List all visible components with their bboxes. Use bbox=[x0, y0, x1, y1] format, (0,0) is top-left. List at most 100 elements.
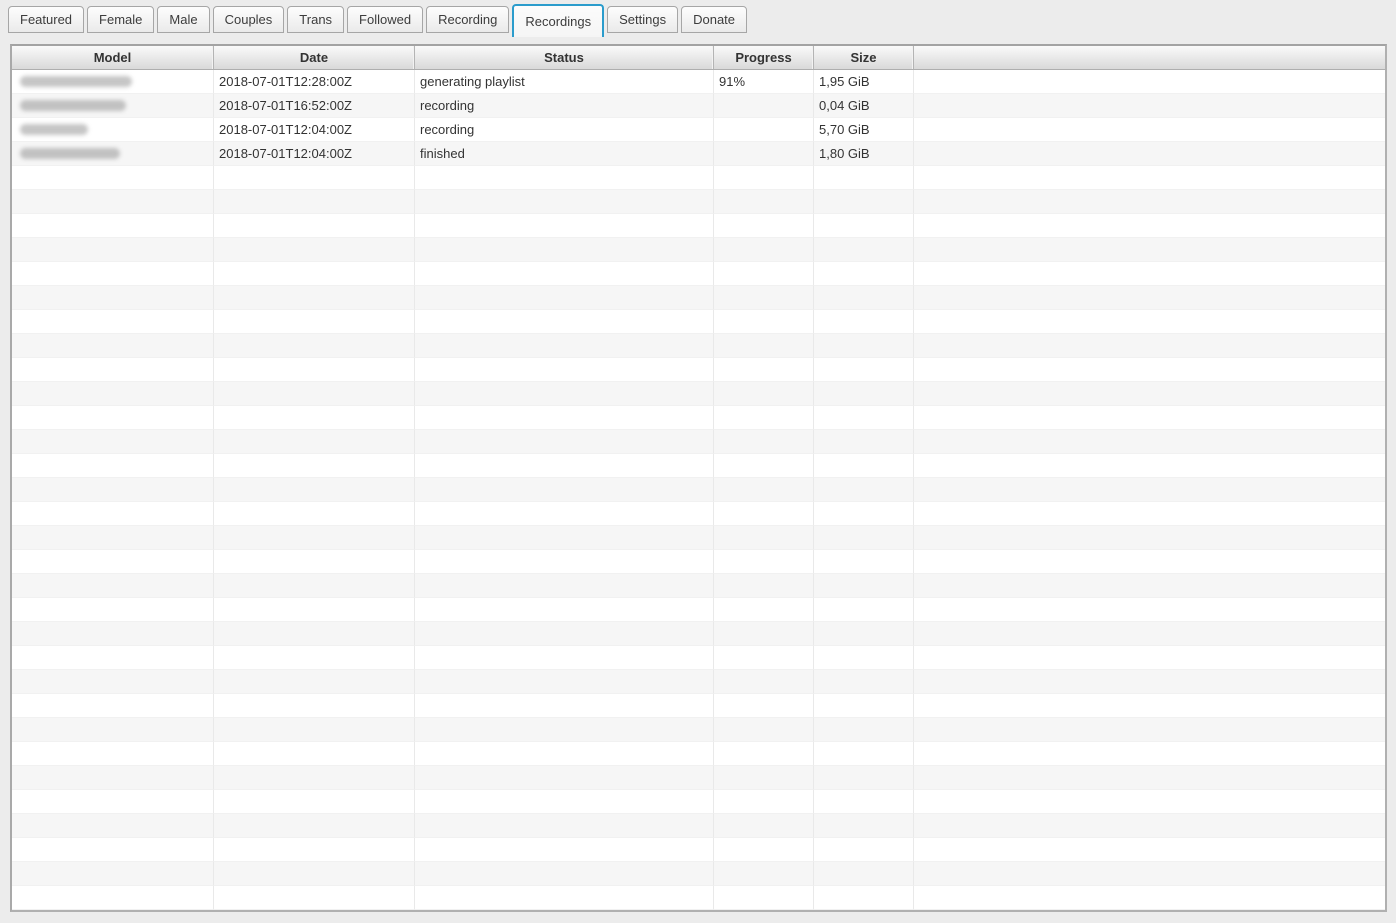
table-row[interactable] bbox=[12, 742, 1385, 766]
cell-filler bbox=[914, 238, 1385, 262]
table-row[interactable] bbox=[12, 766, 1385, 790]
tab-featured[interactable]: Featured bbox=[8, 6, 84, 33]
table-row[interactable] bbox=[12, 430, 1385, 454]
tab-recording[interactable]: Recording bbox=[426, 6, 509, 33]
cell-progress bbox=[714, 598, 814, 622]
table-row[interactable]: 2018-07-01T12:04:00Z recording 5,70 GiB bbox=[12, 118, 1385, 142]
table-row[interactable] bbox=[12, 838, 1385, 862]
table-row[interactable] bbox=[12, 550, 1385, 574]
table-row[interactable] bbox=[12, 814, 1385, 838]
table-row[interactable] bbox=[12, 166, 1385, 190]
table-row[interactable] bbox=[12, 190, 1385, 214]
tab-couples[interactable]: Couples bbox=[213, 6, 285, 33]
cell-date bbox=[214, 502, 415, 526]
cell-model bbox=[12, 598, 214, 622]
tab-female[interactable]: Female bbox=[87, 6, 154, 33]
table-row[interactable] bbox=[12, 502, 1385, 526]
cell-size bbox=[814, 478, 914, 502]
table-row[interactable] bbox=[12, 358, 1385, 382]
cell-filler bbox=[914, 694, 1385, 718]
column-header-size[interactable]: Size bbox=[814, 46, 914, 69]
cell-filler bbox=[914, 526, 1385, 550]
table-row[interactable] bbox=[12, 310, 1385, 334]
table-row[interactable] bbox=[12, 214, 1385, 238]
cell-model bbox=[12, 718, 214, 742]
cell-filler bbox=[914, 118, 1385, 142]
table-row[interactable] bbox=[12, 334, 1385, 358]
cell-size bbox=[814, 550, 914, 574]
table-row[interactable]: 2018-07-01T16:52:00Z recording 0,04 GiB bbox=[12, 94, 1385, 118]
table-row[interactable] bbox=[12, 598, 1385, 622]
table-header: Model Date Status Progress Size bbox=[12, 46, 1385, 70]
cell-filler bbox=[914, 670, 1385, 694]
cell-filler bbox=[914, 766, 1385, 790]
column-header-model[interactable]: Model bbox=[12, 46, 214, 69]
cell-date bbox=[214, 382, 415, 406]
tab-followed[interactable]: Followed bbox=[347, 6, 423, 33]
cell-progress bbox=[714, 454, 814, 478]
table-row[interactable] bbox=[12, 574, 1385, 598]
cell-date bbox=[214, 238, 415, 262]
column-header-status[interactable]: Status bbox=[415, 46, 714, 69]
table-row[interactable] bbox=[12, 382, 1385, 406]
table-row[interactable] bbox=[12, 694, 1385, 718]
table-row[interactable] bbox=[12, 718, 1385, 742]
cell-size bbox=[814, 190, 914, 214]
table-row[interactable] bbox=[12, 238, 1385, 262]
redacted-model-name bbox=[20, 124, 88, 135]
table-row[interactable] bbox=[12, 790, 1385, 814]
table-row[interactable] bbox=[12, 262, 1385, 286]
table-row[interactable] bbox=[12, 646, 1385, 670]
column-header-date[interactable]: Date bbox=[214, 46, 415, 69]
table-row[interactable] bbox=[12, 286, 1385, 310]
tab-recordings[interactable]: Recordings bbox=[512, 4, 604, 37]
table-row[interactable] bbox=[12, 670, 1385, 694]
cell-progress bbox=[714, 670, 814, 694]
cell-progress bbox=[714, 358, 814, 382]
cell-filler bbox=[914, 574, 1385, 598]
table-row[interactable]: 2018-07-01T12:04:00Z finished 1,80 GiB bbox=[12, 142, 1385, 166]
cell-status bbox=[415, 382, 714, 406]
cell-date bbox=[214, 262, 415, 286]
cell-progress bbox=[714, 382, 814, 406]
cell-status bbox=[415, 718, 714, 742]
column-header-progress[interactable]: Progress bbox=[714, 46, 814, 69]
cell-status bbox=[415, 550, 714, 574]
table-row[interactable] bbox=[12, 454, 1385, 478]
cell-status bbox=[415, 310, 714, 334]
cell-progress bbox=[714, 238, 814, 262]
cell-filler bbox=[914, 502, 1385, 526]
cell-status bbox=[415, 694, 714, 718]
tab-settings[interactable]: Settings bbox=[607, 6, 678, 33]
cell-filler bbox=[914, 814, 1385, 838]
cell-status bbox=[415, 166, 714, 190]
tab-bar: Featured Female Male Couples Trans Follo… bbox=[8, 6, 1396, 44]
cell-status bbox=[415, 478, 714, 502]
cell-filler bbox=[914, 382, 1385, 406]
cell-status bbox=[415, 526, 714, 550]
cell-status bbox=[415, 862, 714, 886]
cell-date bbox=[214, 406, 415, 430]
redacted-model-name bbox=[20, 148, 120, 159]
tab-label: Followed bbox=[359, 12, 411, 27]
cell-model bbox=[12, 838, 214, 862]
cell-filler bbox=[914, 334, 1385, 358]
table-row[interactable]: 2018-07-01T12:28:00Z generating playlist… bbox=[12, 70, 1385, 94]
tab-trans[interactable]: Trans bbox=[287, 6, 344, 33]
tab-donate[interactable]: Donate bbox=[681, 6, 747, 33]
cell-filler bbox=[914, 94, 1385, 118]
table-row[interactable] bbox=[12, 886, 1385, 910]
table-row[interactable] bbox=[12, 406, 1385, 430]
cell-model bbox=[12, 478, 214, 502]
table-row[interactable] bbox=[12, 526, 1385, 550]
cell-progress bbox=[714, 742, 814, 766]
cell-model bbox=[12, 238, 214, 262]
table-row[interactable] bbox=[12, 478, 1385, 502]
cell-model bbox=[12, 94, 214, 118]
cell-progress bbox=[714, 478, 814, 502]
cell-model bbox=[12, 502, 214, 526]
table-row[interactable] bbox=[12, 622, 1385, 646]
table-row[interactable] bbox=[12, 862, 1385, 886]
tab-male[interactable]: Male bbox=[157, 6, 209, 33]
cell-model bbox=[12, 406, 214, 430]
